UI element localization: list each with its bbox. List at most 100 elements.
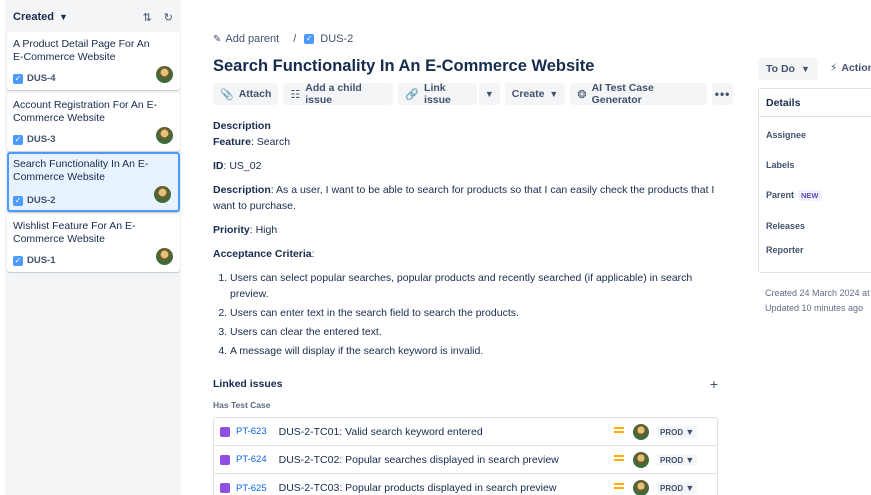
add-child-issue-button[interactable]: ☷ Add a child issue	[283, 82, 394, 106]
more-actions-button[interactable]: •••	[712, 83, 734, 105]
linked-issues-heading: Linked issues	[213, 378, 283, 390]
sort-order-icon[interactable]: ⇅	[143, 11, 152, 24]
issue-card-key: DUS-2	[27, 195, 56, 206]
story-checkbox-icon: ✓	[13, 195, 23, 206]
reporter-label: Reporter	[766, 245, 804, 255]
link-issue-dropdown-button[interactable]: ▼	[478, 83, 500, 105]
chevron-down-icon: ▼	[484, 89, 494, 99]
list-item: A message will display if the search key…	[230, 343, 728, 359]
priority-medium-icon	[614, 427, 624, 435]
add-linked-issue-icon[interactable]: +	[710, 376, 718, 392]
issue-list-panel: Created ▼ ⇅ ↻ A Product Detail Page For …	[5, 0, 181, 495]
list-item: Users can enter text in the search field…	[230, 305, 728, 321]
linked-issues-section: Linked issues + Has Test Case PT-623 DUS…	[213, 376, 718, 495]
linked-issue-row[interactable]: PT-623 DUS-2-TC01: Valid search keyword …	[214, 418, 717, 446]
breadcrumb-issue-key[interactable]: DUS-2	[320, 33, 353, 45]
priority-medium-icon	[614, 455, 624, 463]
description-line: Description: As a user, I want to be abl…	[213, 184, 715, 212]
issue-card-key: DUS-1	[27, 255, 56, 266]
issue-card-dus-4[interactable]: A Product Detail Page For An E-Commerce …	[7, 32, 180, 90]
description-section[interactable]: Description Feature: Search ID: US_02 De…	[213, 118, 728, 362]
chevron-down-icon: ▼	[685, 483, 695, 493]
id-line: ID: US_02	[213, 160, 262, 172]
linked-issue-summary[interactable]: DUS-2-TC03: Popular products displayed i…	[279, 482, 557, 494]
updated-timestamp: Updated 10 minutes ago	[765, 303, 864, 313]
list-item: Users can select popular searches, popul…	[230, 270, 728, 302]
avatar	[156, 66, 173, 83]
sort-dropdown[interactable]: Created	[13, 11, 54, 23]
releases-label: Releases	[766, 221, 806, 231]
test-case-icon	[220, 454, 230, 465]
avatar	[156, 127, 173, 144]
pencil-icon[interactable]: ✎	[213, 34, 221, 45]
attach-button[interactable]: 📎 Attach	[213, 83, 279, 105]
ai-test-case-generator-button[interactable]: ❂ AI Test Case Generator	[570, 82, 708, 106]
priority-medium-icon	[614, 483, 624, 491]
breadcrumb-separator: /	[293, 33, 297, 45]
avatar	[154, 186, 171, 203]
paperclip-icon: 📎	[220, 88, 234, 101]
breadcrumb: ✎ Add parent / ✓ DUS-2	[213, 33, 353, 45]
issue-card-dus-3[interactable]: Account Registration For An E-Commerce W…	[7, 93, 180, 151]
issue-card-title: Search Functionality In An E-Commerce We…	[13, 158, 149, 183]
feature-line: Feature: Search	[213, 136, 291, 148]
avatar	[633, 424, 649, 440]
link-issue-button[interactable]: 🔗 Link issue	[398, 82, 477, 106]
actions-button[interactable]: ⚡ Action	[830, 62, 871, 74]
acceptance-criteria-heading: Acceptance Criteria:	[213, 248, 315, 260]
avatar	[633, 480, 649, 495]
issue-card-title: A Product Detail Page For An E-Commerce …	[13, 38, 150, 63]
linked-issues-list: PT-623 DUS-2-TC01: Valid search keyword …	[213, 417, 718, 495]
status-dropdown[interactable]: PROD ▼	[657, 426, 698, 438]
parent-label: Parent NEW	[766, 190, 822, 201]
description-heading: Description	[213, 120, 271, 132]
linked-issue-summary[interactable]: DUS-2-TC01: Valid search keyword entered	[279, 426, 483, 438]
chevron-down-icon: ▼	[685, 455, 695, 465]
details-heading[interactable]: Details	[759, 89, 871, 117]
more-icon: •••	[714, 87, 731, 101]
issue-card-key: DUS-4	[27, 73, 56, 84]
linked-issue-summary[interactable]: DUS-2-TC02: Popular searches displayed i…	[279, 454, 559, 466]
issue-card-title: Account Registration For An E-Commerce W…	[13, 99, 158, 124]
linked-issue-key[interactable]: PT-625	[236, 483, 267, 494]
linked-issue-key[interactable]: PT-623	[236, 426, 267, 437]
priority-line: Priority: High	[213, 224, 278, 236]
chevron-down-icon: ▼	[685, 427, 695, 437]
avatar	[156, 248, 173, 265]
issue-card-dus-2[interactable]: Search Functionality In An E-Commerce We…	[7, 152, 180, 212]
add-parent-link[interactable]: Add parent	[225, 33, 279, 45]
story-checkbox-icon: ✓	[304, 34, 315, 44]
acceptance-criteria-list: Users can select popular searches, popul…	[230, 270, 728, 359]
linked-issue-row[interactable]: PT-625 DUS-2-TC03: Popular products disp…	[214, 474, 717, 495]
create-button[interactable]: Create ▼	[504, 83, 566, 105]
lightning-icon: ⚡	[830, 62, 838, 74]
app-root: Created ▼ ⇅ ↻ A Product Detail Page For …	[0, 0, 871, 495]
linked-issue-row[interactable]: PT-624 DUS-2-TC02: Popular searches disp…	[214, 446, 717, 474]
link-relation-label: Has Test Case	[213, 400, 271, 410]
link-icon: 🔗	[405, 88, 420, 101]
avatar	[633, 452, 649, 468]
chevron-down-icon: ▼	[549, 89, 559, 99]
status-button[interactable]: To Do ▼	[758, 58, 818, 80]
status-dropdown[interactable]: PROD ▼	[657, 454, 698, 466]
status-dropdown[interactable]: PROD ▼	[657, 482, 698, 494]
issue-title[interactable]: Search Functionality In An E-Commerce We…	[213, 57, 594, 76]
issue-card-title: Wishlist Feature For An E-Commerce Websi…	[13, 220, 136, 245]
ai-generator-icon: ❂	[577, 88, 587, 101]
issue-toolbar: 📎 Attach ☷ Add a child issue 🔗 Link issu…	[213, 82, 734, 106]
test-case-icon	[220, 426, 230, 437]
refresh-icon[interactable]: ↻	[164, 11, 173, 24]
hierarchy-icon: ☷	[290, 88, 301, 101]
test-case-icon	[220, 483, 230, 493]
chevron-down-icon[interactable]: ▼	[59, 12, 68, 22]
story-checkbox-icon: ✓	[13, 255, 23, 266]
labels-label: Labels	[766, 160, 795, 170]
details-panel: Details Assignee Labels Parent NEW Releas…	[758, 88, 871, 273]
story-checkbox-icon: ✓	[13, 73, 23, 84]
sort-bar: Created ▼ ⇅ ↻	[5, 0, 181, 34]
linked-issue-key[interactable]: PT-624	[236, 454, 267, 465]
story-checkbox-icon: ✓	[13, 134, 23, 145]
new-badge: NEW	[798, 190, 822, 201]
issue-card-dus-1[interactable]: Wishlist Feature For An E-Commerce Websi…	[7, 214, 180, 272]
chevron-down-icon: ▼	[800, 64, 810, 74]
